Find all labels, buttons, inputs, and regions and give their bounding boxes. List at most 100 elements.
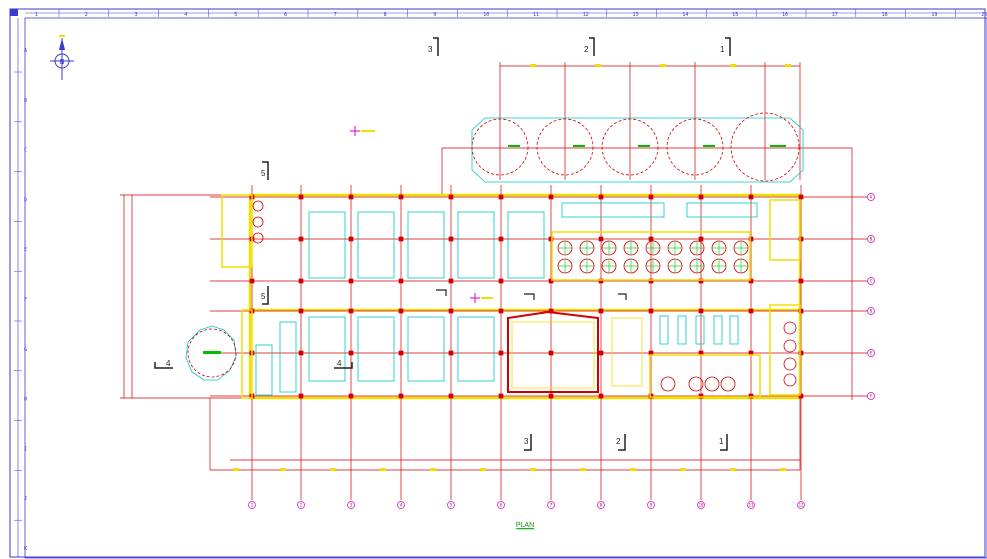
column-mark: [798, 278, 804, 284]
top-ruler-label: 3: [135, 12, 138, 18]
column-mark: [448, 393, 454, 399]
column-mark: [598, 350, 604, 356]
column-mark: [598, 236, 604, 242]
column-mark: [448, 236, 454, 242]
column-mark: [498, 308, 504, 314]
dimension-tick: [480, 468, 486, 471]
column-mark: [498, 393, 504, 399]
column-mark: [698, 308, 704, 314]
left-ruler-label: D: [24, 197, 27, 203]
top-ruler-label: 11: [533, 12, 539, 18]
dimension-tick: [280, 468, 286, 471]
top-ruler-label: 19: [931, 12, 937, 18]
svg-text:2: 2: [584, 45, 589, 54]
section-marker-top-1: 1: [720, 37, 731, 56]
column-mark: [348, 350, 354, 356]
svg-text:5: 5: [261, 292, 266, 301]
top-ruler-label: 2: [85, 12, 88, 18]
column-mark: [298, 194, 304, 200]
column-mark: [548, 350, 554, 356]
top-ruler-label: 4: [184, 12, 187, 18]
dimension-tick: [630, 468, 636, 471]
dimension-tick: [380, 468, 386, 471]
section-marker-bottom-1: 1: [719, 434, 728, 451]
left-ruler-label: G: [24, 347, 27, 353]
column-markers: [233, 64, 791, 471]
section-marker-left-b: 4: [334, 359, 353, 369]
top-ruler-label: 12: [583, 12, 589, 18]
left-ruler-label: B: [24, 98, 27, 104]
row-grid-bubbles: ABCDEF: [867, 193, 875, 400]
plan-title: PLAN: [516, 522, 534, 529]
top-ruler-label: 6: [284, 12, 287, 18]
section-marker-side-upper: 5: [261, 161, 269, 180]
section-marker-bottom-3: 3: [524, 434, 532, 451]
dimension-tick: [530, 64, 536, 67]
column-mark: [598, 393, 604, 399]
column-mark: [548, 194, 554, 200]
top-ruler-label: 10: [483, 12, 489, 18]
column-mark: [298, 308, 304, 314]
dimension-tick: [233, 468, 239, 471]
column-mark: [598, 308, 604, 314]
column-mark: [498, 350, 504, 356]
column-mark: [798, 194, 804, 200]
top-ruler-label: 9: [433, 12, 436, 18]
column-bubble-label: 11: [749, 503, 754, 508]
column-mark: [348, 236, 354, 242]
column-bubble-label: 12: [799, 503, 804, 508]
column-mark: [398, 236, 404, 242]
left-equipment: [221, 194, 297, 399]
column-mark: [448, 350, 454, 356]
column-mark: [448, 308, 454, 314]
top-ruler-label: 14: [682, 12, 688, 18]
lower-basins: [308, 316, 495, 382]
right-equipment: [611, 315, 739, 387]
column-mark: [298, 350, 304, 356]
column-mark: [498, 278, 504, 284]
north-label: N: [60, 58, 64, 66]
section-marker-bottom-2: 2: [616, 434, 626, 451]
section-marker-top-2: 2: [584, 37, 595, 56]
dimension-tick: [730, 64, 736, 67]
tank-row: [471, 112, 804, 183]
top-ruler-label: 7: [334, 12, 337, 18]
left-ruler-label: C: [24, 148, 27, 154]
top-ruler-label: 5: [234, 12, 237, 18]
svg-text:1: 1: [720, 45, 725, 54]
left-ruler-label: K: [24, 546, 27, 552]
column-mark: [398, 393, 404, 399]
column-mark: [698, 194, 704, 200]
top-ruler-label: 1: [35, 12, 38, 18]
cad-drawing-sheet: 1 2 3 4 5 6 7 8 9 10 11 12 13 14 15 16 17 18 19 20 ABCDEFGH…: [9, 8, 987, 559]
column-mark: [298, 236, 304, 242]
dimension-tick: [660, 64, 666, 67]
top-ruler-label: 18: [882, 12, 888, 18]
north-arrow-icon: N: [50, 35, 74, 80]
column-mark: [498, 236, 504, 242]
left-ruler-label: F: [24, 297, 27, 303]
column-mark: [548, 393, 554, 399]
svg-text:4: 4: [337, 359, 342, 368]
left-ruler-label: H: [24, 397, 27, 403]
column-bubble-label: 10: [699, 503, 704, 508]
column-mark: [348, 278, 354, 284]
dimension-tick: [580, 468, 586, 471]
top-dimension-lines: [441, 62, 853, 400]
column-mark: [398, 278, 404, 284]
column-mark: [298, 393, 304, 399]
column-mark: [748, 194, 754, 200]
column-mark: [249, 278, 255, 284]
column-mark: [748, 308, 754, 314]
dimension-tick: [530, 468, 536, 471]
svg-text:1: 1: [719, 437, 724, 446]
column-mark: [448, 278, 454, 284]
svg-text:3: 3: [524, 437, 529, 446]
dimension-tick: [785, 64, 791, 67]
svg-text:5: 5: [261, 169, 266, 178]
top-ruler-label: 8: [384, 12, 387, 18]
drawing-border: [24, 17, 987, 559]
column-mark: [348, 393, 354, 399]
svg-text:2: 2: [616, 437, 621, 446]
column-mark: [398, 194, 404, 200]
